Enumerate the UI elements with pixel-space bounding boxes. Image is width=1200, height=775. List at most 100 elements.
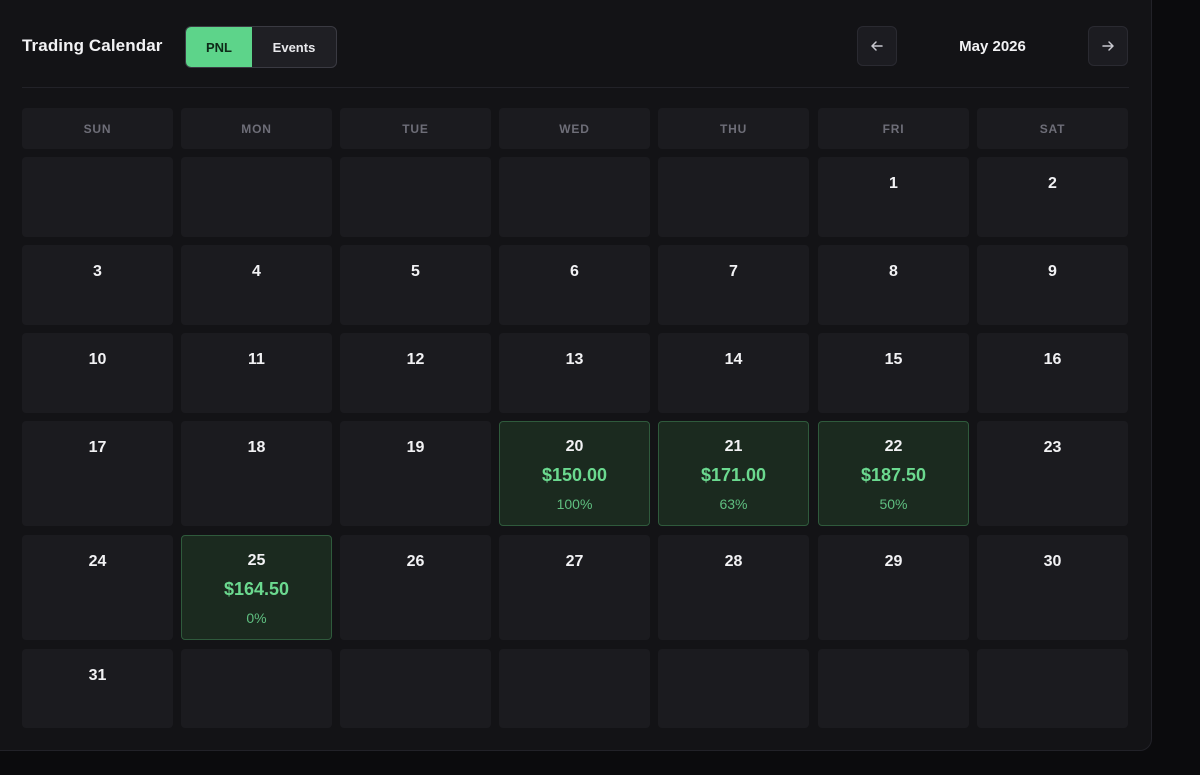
day-number: 5 <box>411 263 420 280</box>
day-number: 31 <box>88 667 107 684</box>
day-cell[interactable]: 29 <box>818 535 969 640</box>
day-cell[interactable]: 23 <box>977 421 1128 526</box>
weekday-label: TUE <box>340 108 491 149</box>
day-cell[interactable]: 24 <box>22 535 173 640</box>
day-cell[interactable]: 15 <box>818 333 969 413</box>
day-cell[interactable]: 22 $187.50 50% <box>818 421 969 526</box>
empty-day-cell <box>977 649 1128 728</box>
header-divider <box>22 87 1129 88</box>
day-number: 9 <box>1048 263 1057 280</box>
day-cell[interactable]: 6 <box>499 245 650 325</box>
day-cell[interactable]: 7 <box>658 245 809 325</box>
day-number: 22 <box>884 438 903 455</box>
win-rate-percent: 50% <box>879 496 908 512</box>
empty-day-cell <box>181 649 332 728</box>
win-rate-percent: 0% <box>246 610 267 626</box>
day-number: 20 <box>565 438 584 455</box>
day-number: 6 <box>570 263 579 280</box>
weekday-label: FRI <box>818 108 969 149</box>
day-number: 25 <box>247 552 266 569</box>
day-number: 21 <box>724 438 743 455</box>
day-number: 11 <box>248 351 265 368</box>
arrow-right-icon <box>1102 41 1114 51</box>
weekday-label: SAT <box>977 108 1128 149</box>
day-number: 29 <box>884 553 903 570</box>
day-number: 23 <box>1043 439 1062 456</box>
pnl-amount: $150.00 <box>541 465 608 485</box>
empty-day-cell <box>499 157 650 237</box>
day-cell[interactable]: 9 <box>977 245 1128 325</box>
pnl-amount: $164.50 <box>223 579 290 599</box>
empty-day-cell <box>22 157 173 237</box>
day-cell[interactable]: 3 <box>22 245 173 325</box>
page-title: Trading Calendar <box>22 36 163 55</box>
next-month-button[interactable] <box>1088 26 1128 66</box>
day-number: 19 <box>406 439 425 456</box>
pnl-toggle-button[interactable]: PNL <box>186 27 252 67</box>
day-number: 18 <box>247 439 266 456</box>
day-cell[interactable]: 19 <box>340 421 491 526</box>
day-cell[interactable]: 27 <box>499 535 650 640</box>
day-cell[interactable]: 20 $150.00 100% <box>499 421 650 526</box>
day-number: 16 <box>1043 351 1062 368</box>
events-toggle-button[interactable]: Events <box>252 27 336 67</box>
calendar-header: Trading Calendar PNL Events May 2026 <box>22 26 1129 68</box>
weekday-label: SUN <box>22 108 173 149</box>
day-number: 4 <box>252 263 261 280</box>
pnl-amount: $187.50 <box>860 465 927 485</box>
day-number: 28 <box>724 553 743 570</box>
day-cell[interactable]: 31 <box>22 649 173 728</box>
day-cell[interactable]: 1 <box>818 157 969 237</box>
day-cell[interactable]: 26 <box>340 535 491 640</box>
day-number: 17 <box>88 439 107 456</box>
day-number: 12 <box>406 351 425 368</box>
weekday-label: MON <box>181 108 332 149</box>
empty-day-cell <box>340 649 491 728</box>
empty-day-cell <box>181 157 332 237</box>
weekday-label: WED <box>499 108 650 149</box>
arrow-left-icon <box>871 41 883 51</box>
weekday-label: THU <box>658 108 809 149</box>
month-label: May 2026 <box>959 38 1026 55</box>
win-rate-percent: 100% <box>556 496 593 512</box>
day-number: 8 <box>889 263 898 280</box>
day-cell[interactable]: 17 <box>22 421 173 526</box>
day-cell[interactable]: 21 $171.00 63% <box>658 421 809 526</box>
day-number: 30 <box>1043 553 1062 570</box>
empty-day-cell <box>340 157 491 237</box>
day-number: 3 <box>93 263 102 280</box>
previous-month-button[interactable] <box>857 26 897 66</box>
view-toggle: PNL Events <box>185 26 337 68</box>
day-number: 24 <box>88 553 107 570</box>
day-cell[interactable]: 13 <box>499 333 650 413</box>
empty-day-cell <box>658 649 809 728</box>
day-cell[interactable]: 10 <box>22 333 173 413</box>
day-cell[interactable]: 28 <box>658 535 809 640</box>
day-number: 14 <box>724 351 743 368</box>
empty-day-cell <box>818 649 969 728</box>
day-cell[interactable]: 16 <box>977 333 1128 413</box>
day-number: 1 <box>889 175 898 192</box>
pnl-amount: $171.00 <box>700 465 767 485</box>
day-number: 15 <box>884 351 903 368</box>
day-cell[interactable]: 12 <box>340 333 491 413</box>
day-number: 2 <box>1048 175 1057 192</box>
empty-day-cell <box>499 649 650 728</box>
win-rate-percent: 63% <box>719 496 748 512</box>
day-cell[interactable]: 18 <box>181 421 332 526</box>
day-number: 13 <box>565 351 584 368</box>
empty-day-cell <box>658 157 809 237</box>
day-cell[interactable]: 11 <box>181 333 332 413</box>
day-cell[interactable]: 25 $164.50 0% <box>181 535 332 640</box>
day-cell[interactable]: 2 <box>977 157 1128 237</box>
day-cell[interactable]: 14 <box>658 333 809 413</box>
day-cell[interactable]: 30 <box>977 535 1128 640</box>
trading-calendar-panel: Trading Calendar PNL Events May 2026 SUN… <box>0 0 1152 751</box>
day-number: 27 <box>565 553 584 570</box>
day-cell[interactable]: 4 <box>181 245 332 325</box>
day-cell[interactable]: 5 <box>340 245 491 325</box>
day-cell[interactable]: 8 <box>818 245 969 325</box>
day-number: 26 <box>406 553 425 570</box>
day-number: 10 <box>88 351 107 368</box>
day-number: 7 <box>729 263 738 280</box>
